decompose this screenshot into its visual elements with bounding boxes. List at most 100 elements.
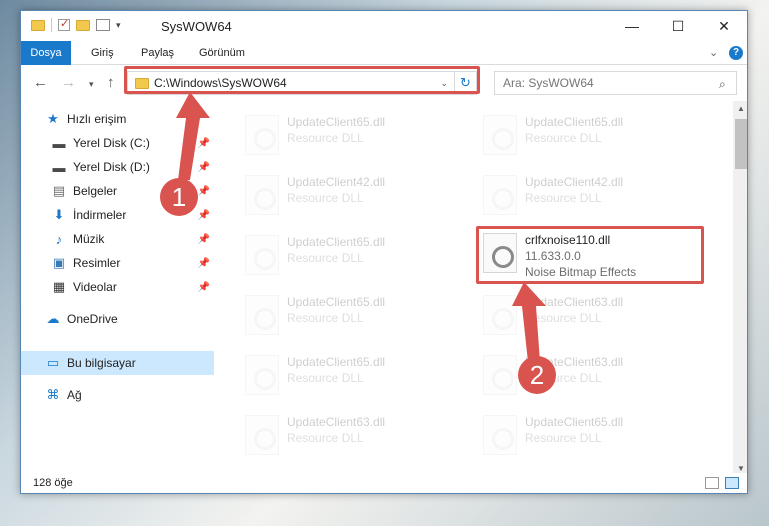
callout-badge-2: 2 [518, 356, 556, 394]
file-type: Resource DLL [287, 131, 364, 145]
nav-item-label: Resimler [73, 256, 121, 270]
dll-file-icon [483, 233, 517, 273]
pin-icon[interactable]: 📌 [198, 162, 210, 173]
file-item[interactable]: UpdateClient63.dll Resource DLL [241, 411, 461, 461]
pin-icon[interactable]: 📌 [198, 210, 210, 221]
pin-icon[interactable]: 📌 [198, 282, 210, 293]
nav-item-pictures[interactable]: ▣ Resimler 📌 [21, 251, 214, 275]
window-controls: — ☐ ✕ [609, 11, 747, 41]
scrollbar-thumb[interactable] [735, 119, 747, 169]
nav-onedrive[interactable]: ☁ OneDrive [21, 307, 214, 331]
ribbon-expand-icon[interactable]: ⌄ [709, 46, 718, 59]
address-bar[interactable]: C:\Windows\SysWOW64 ⌄ ↻ [127, 71, 477, 95]
file-item[interactable]: UpdateClient65.dll Resource DLL [241, 351, 461, 401]
pictures-icon: ▣ [52, 255, 66, 270]
file-item[interactable]: UpdateClient65.dll Resource DLL [241, 291, 461, 341]
video-icon: ▦ [52, 279, 66, 294]
tab-home[interactable]: Giriş [83, 41, 122, 65]
dll-file-icon [483, 295, 517, 335]
pin-icon[interactable]: 📌 [198, 258, 210, 269]
quick-access-toolbar: ▾ [31, 17, 121, 32]
title-bar: ▾ SysWOW64 — ☐ ✕ [21, 11, 747, 41]
help-icon: ? [729, 46, 743, 60]
file-item[interactable]: UpdateClient65.dll Resource DLL [241, 111, 461, 161]
file-name: UpdateClient42.dll [525, 175, 624, 189]
address-dropdown-icon[interactable]: ⌄ [440, 78, 448, 89]
file-item[interactable]: UpdateClient65.dll Resource DLL [479, 111, 699, 161]
help-button[interactable]: ? [729, 46, 743, 60]
dll-file-icon [245, 355, 279, 395]
nav-item-music[interactable]: ♪ Müzik 📌 [21, 227, 214, 251]
file-list: UpdateClient65.dll Resource DLL UpdateCl… [221, 101, 731, 465]
window-title: SysWOW64 [161, 19, 232, 34]
file-name: UpdateClient65.dll [525, 415, 624, 429]
dll-file-icon [245, 415, 279, 455]
pin-icon[interactable]: 📌 [198, 234, 210, 245]
forward-button[interactable]: → [61, 74, 76, 91]
nav-item-label: Yerel Disk (C:) [73, 136, 150, 150]
details-view-icon[interactable] [705, 477, 719, 489]
cloud-icon: ☁ [46, 311, 60, 326]
close-button[interactable]: ✕ [701, 11, 747, 41]
computer-icon: ▭ [46, 355, 60, 370]
tab-view[interactable]: Görünüm [191, 41, 253, 65]
tiles-view-icon[interactable] [725, 477, 739, 489]
pin-icon[interactable]: 📌 [198, 138, 210, 149]
new-folder-icon[interactable] [76, 19, 90, 31]
folder-icon [31, 19, 45, 31]
file-description: Noise Bitmap Effects [525, 265, 637, 279]
file-name: UpdateClient63.dll [525, 295, 624, 309]
file-type: Resource DLL [287, 191, 364, 205]
tab-share[interactable]: Paylaş [133, 41, 182, 65]
file-type: Resource DLL [287, 371, 364, 385]
address-path[interactable]: C:\Windows\SysWOW64 [154, 76, 440, 90]
file-item[interactable]: UpdateClient63.dll Resource DLL [479, 291, 699, 341]
callout-badge-1: 1 [160, 178, 198, 216]
minimize-button[interactable]: — [609, 11, 655, 41]
properties-check-icon[interactable] [58, 17, 70, 31]
search-input[interactable] [494, 71, 737, 95]
file-item[interactable]: UpdateClient65.dll Resource DLL [479, 411, 699, 461]
dll-file-icon [245, 295, 279, 335]
maximize-button[interactable]: ☐ [655, 11, 701, 41]
dll-file-icon [245, 235, 279, 275]
dll-file-icon [483, 415, 517, 455]
nav-this-pc[interactable]: ▭ Bu bilgisayar [21, 351, 214, 375]
navigation-pane: ★ Hızlı erişim ▬ Yerel Disk (C:) 📌 ▬ Yer… [21, 101, 214, 465]
up-button[interactable]: ↑ [107, 74, 115, 91]
dll-file-icon [483, 115, 517, 155]
nav-item-videos[interactable]: ▦ Videolar 📌 [21, 275, 214, 299]
address-row: ← → ▾ ↑ C:\Windows\SysWOW64 ⌄ ↻ ⌕ [21, 65, 747, 101]
back-button[interactable]: ← [33, 74, 48, 91]
nav-item-local-disk-d[interactable]: ▬ Yerel Disk (D:) 📌 [21, 155, 214, 179]
file-name: crlfxnoise110.dll [525, 233, 611, 247]
customize-icon[interactable] [96, 19, 110, 31]
recent-locations-icon[interactable]: ▾ [89, 79, 94, 90]
refresh-button[interactable]: ↻ [454, 72, 476, 94]
nav-item-label: Müzik [73, 232, 105, 246]
nav-item-label: Videolar [73, 280, 117, 294]
file-name: UpdateClient65.dll [287, 295, 386, 309]
nav-quick-access[interactable]: ★ Hızlı erişim [21, 107, 214, 131]
file-name: UpdateClient65.dll [525, 115, 624, 129]
file-item[interactable]: UpdateClient65.dll Resource DLL [241, 231, 461, 281]
file-version: 11.633.0.0 [525, 249, 581, 263]
vertical-scrollbar[interactable]: ▲ ▼ [733, 101, 747, 477]
file-name: UpdateClient42.dll [287, 175, 386, 189]
file-item[interactable]: UpdateClient42.dll Resource DLL [241, 171, 461, 221]
nav-network[interactable]: ⌘ Ağ [21, 383, 214, 407]
pin-icon[interactable]: 📌 [198, 186, 210, 197]
dll-file-icon [483, 355, 517, 395]
chevron-down-icon[interactable]: ▾ [116, 20, 121, 31]
nav-item-local-disk-c[interactable]: ▬ Yerel Disk (C:) 📌 [21, 131, 214, 155]
file-item-crlfxnoise110[interactable]: crlfxnoise110.dll 11.633.0.0 Noise Bitma… [479, 229, 699, 279]
scroll-up-icon[interactable]: ▲ [733, 101, 747, 117]
file-name: UpdateClient65.dll [287, 355, 386, 369]
file-item[interactable]: UpdateClient42.dll Resource DLL [479, 171, 699, 221]
nav-onedrive-label: OneDrive [67, 312, 118, 326]
dll-file-icon [245, 115, 279, 155]
tab-file[interactable]: Dosya [21, 41, 71, 65]
file-type: Resource DLL [287, 251, 364, 265]
dll-file-icon [245, 175, 279, 215]
file-item[interactable]: UpdateClient63.dll Resource DLL [479, 351, 699, 401]
